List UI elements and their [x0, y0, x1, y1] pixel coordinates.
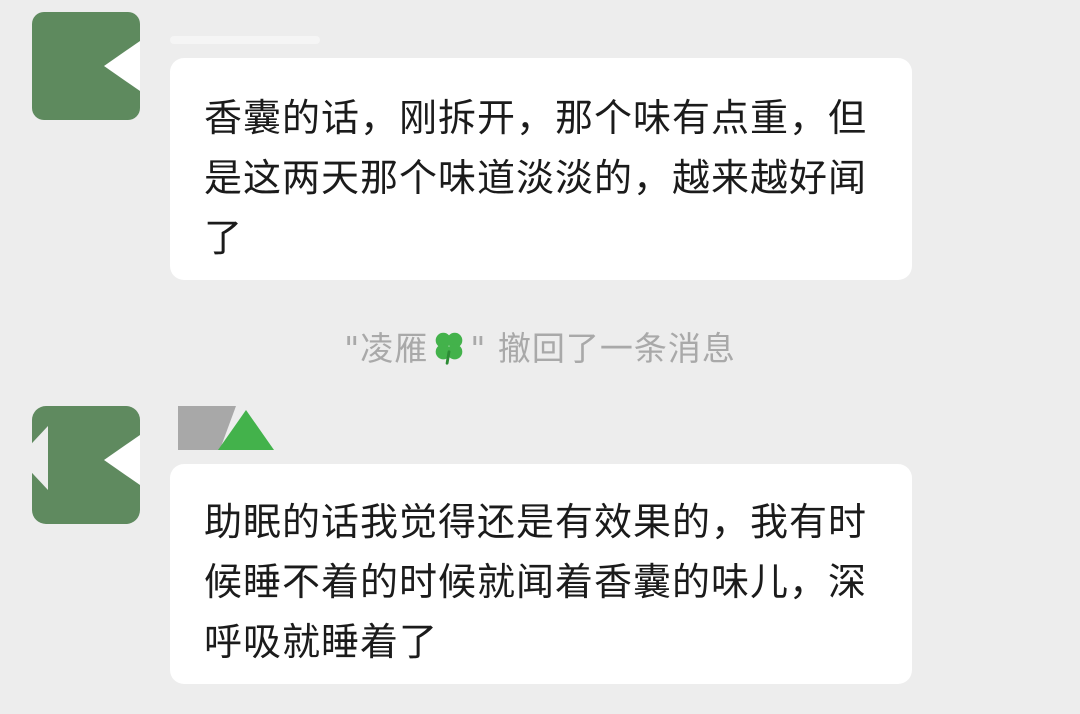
recall-system-message: "凌雁 " 撤回了一条消息 — [0, 324, 1080, 374]
message-bubble[interactable]: 助眠的话我觉得还是有效果的，我有时候睡不着的时候就闻着香囊的味儿，深呼吸就睡着了 — [170, 464, 912, 684]
message-bubble[interactable]: 香囊的话，刚拆开，那个味有点重，但是这两天那个味道淡淡的，越来越好闻了 — [170, 58, 912, 280]
sender-avatar[interactable] — [32, 406, 140, 524]
message-text: 助眠的话我觉得还是有效果的，我有时候睡不着的时候就闻着香囊的味儿，深呼吸就睡着了 — [204, 500, 868, 664]
sender-name-blurred — [170, 36, 320, 44]
message-text: 香囊的话，刚拆开，那个味有点重，但是这两天那个味道淡淡的，越来越好闻了 — [204, 96, 868, 260]
four-leaf-clover-icon — [435, 332, 463, 365]
recall-name-prefix: "凌雁 — [344, 329, 429, 368]
recall-message-text: " 撤回了一条消息 — [470, 329, 736, 368]
sender-name-blurred — [178, 406, 274, 450]
sender-avatar[interactable] — [32, 12, 140, 120]
